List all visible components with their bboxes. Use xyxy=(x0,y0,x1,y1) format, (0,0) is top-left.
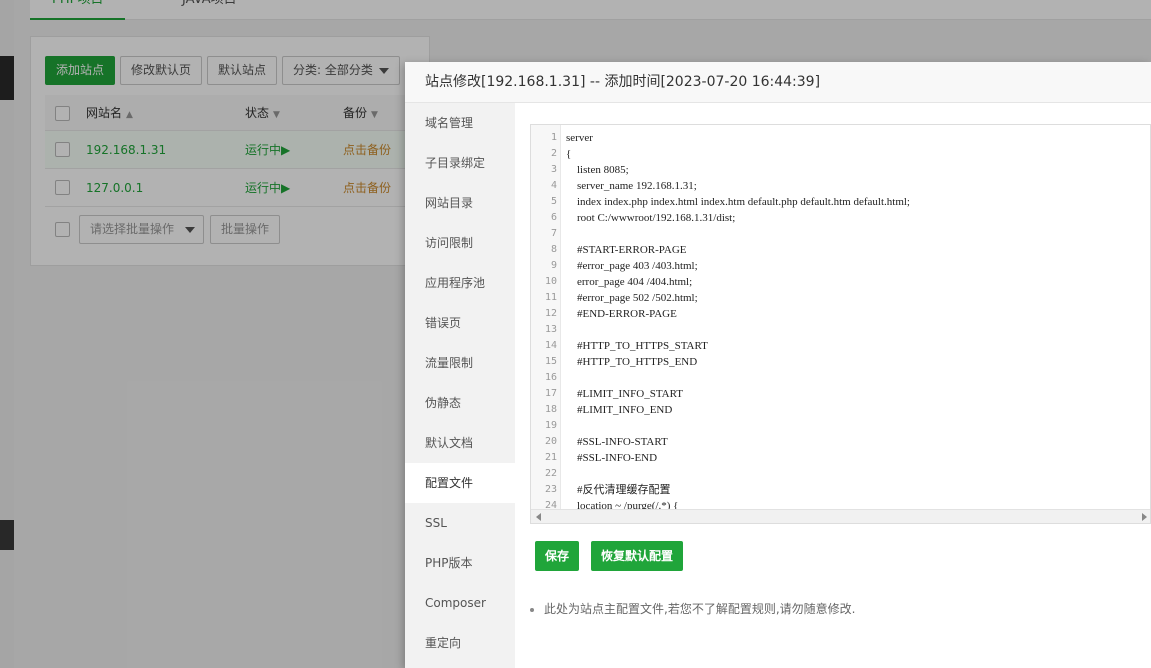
line-number: 9 xyxy=(550,260,557,271)
line-number: 3 xyxy=(550,164,557,175)
sidebar-item[interactable]: 配置文件 xyxy=(405,463,515,503)
code-line[interactable]: root C:/wwwroot/192.168.1.31/dist; xyxy=(566,210,735,226)
line-number: 20 xyxy=(544,436,557,447)
config-editor[interactable]: 1 2 3 4 5 6 7 8 9 10 11 12 13 14 15 16 17 18 19 20 21 22 23 24 … xyxy=(530,124,1151,524)
line-number: 7 xyxy=(550,228,557,239)
line-number: 8 xyxy=(550,244,557,255)
line-number: 21 xyxy=(544,452,557,463)
code-line[interactable]: #反代清理缓存配置 xyxy=(566,482,671,498)
sidebar-item[interactable]: PHP版本 xyxy=(405,543,515,583)
code-line[interactable]: #HTTP_TO_HTTPS_START xyxy=(566,338,708,354)
sidebar-item[interactable]: 子目录绑定 xyxy=(405,143,515,183)
line-number: 5 xyxy=(550,196,557,207)
line-number: 16 xyxy=(544,372,557,383)
line-number: 11 xyxy=(544,292,557,303)
line-number: 6 xyxy=(550,212,557,223)
code-line[interactable]: #error_page 502 /502.html; xyxy=(566,290,698,306)
config-tip: 此处为站点主配置文件,若您不了解配置规则,请勿随意修改. xyxy=(530,600,855,617)
line-number: 12 xyxy=(544,308,557,319)
modal-title: 站点修改[192.168.1.31] -- 添加时间[2023-07-20 16… xyxy=(405,62,1151,103)
modal-sidebar: 域名管理 子目录绑定 网站目录 访问限制 应用程序池 错误页 流量限制 伪静态 默认文档 配置文件… xyxy=(405,103,515,668)
code-line[interactable]: error_page 404 /404.html; xyxy=(566,274,692,290)
horizontal-scrollbar[interactable] xyxy=(531,509,1150,523)
line-number-gutter: 1 2 3 4 5 6 7 8 9 10 11 12 13 14 15 16 17 18 19 20 21 22 23 24 xyxy=(531,125,561,511)
sidebar-item[interactable]: 重定向 xyxy=(405,623,515,663)
restore-default-button[interactable]: 恢复默认配置 xyxy=(591,541,684,571)
sidebar-item[interactable]: 伪静态 xyxy=(405,383,515,423)
line-number: 18 xyxy=(544,404,557,415)
line-number: 10 xyxy=(544,276,557,287)
code-line[interactable]: #END-ERROR-PAGE xyxy=(566,306,677,322)
sidebar-item[interactable]: SSL xyxy=(405,503,515,543)
code-line[interactable]: #START-ERROR-PAGE xyxy=(566,242,687,258)
scroll-right-icon[interactable] xyxy=(1142,513,1147,521)
sidebar-item[interactable]: 访问限制 xyxy=(405,223,515,263)
code-line[interactable]: #LIMIT_INFO_START xyxy=(566,386,683,402)
code-line[interactable]: { xyxy=(566,146,571,162)
sidebar-item[interactable]: 默认文档 xyxy=(405,423,515,463)
site-edit-modal: 站点修改[192.168.1.31] -- 添加时间[2023-07-20 16… xyxy=(405,62,1151,668)
line-number: 17 xyxy=(544,388,557,399)
line-number: 1 xyxy=(550,132,557,143)
sidebar-item[interactable]: 应用程序池 xyxy=(405,263,515,303)
code-line[interactable]: listen 8085; xyxy=(566,162,629,178)
line-number: 22 xyxy=(544,468,557,479)
sidebar-item[interactable]: 流量限制 xyxy=(405,343,515,383)
line-number: 13 xyxy=(544,324,557,335)
sidebar-item[interactable]: 网站目录 xyxy=(405,183,515,223)
sidebar-item[interactable]: 错误页 xyxy=(405,303,515,343)
scroll-left-icon[interactable] xyxy=(536,513,541,521)
code-line[interactable]: index index.php index.html index.htm def… xyxy=(566,194,910,210)
line-number: 14 xyxy=(544,340,557,351)
code-line[interactable]: #SSL-INFO-START xyxy=(566,434,668,450)
line-number: 4 xyxy=(550,180,557,191)
save-button[interactable]: 保存 xyxy=(535,541,580,571)
bullet-icon xyxy=(530,607,534,612)
code-line[interactable]: #error_page 403 /403.html; xyxy=(566,258,698,274)
line-number: 2 xyxy=(550,148,557,159)
config-tip-text: 此处为站点主配置文件,若您不了解配置规则,请勿随意修改. xyxy=(544,602,856,616)
sidebar-item[interactable]: Composer xyxy=(405,583,515,623)
code-line[interactable]: #HTTP_TO_HTTPS_END xyxy=(566,354,697,370)
line-number: 19 xyxy=(544,420,557,431)
code-line[interactable]: server_name 192.168.1.31; xyxy=(566,178,697,194)
sidebar-item[interactable]: 域名管理 xyxy=(405,103,515,143)
code-line[interactable]: #LIMIT_INFO_END xyxy=(566,402,672,418)
code-line[interactable]: server xyxy=(566,130,593,146)
line-number: 23 xyxy=(544,484,557,495)
line-number: 15 xyxy=(544,356,557,367)
code-line[interactable]: #SSL-INFO-END xyxy=(566,450,657,466)
